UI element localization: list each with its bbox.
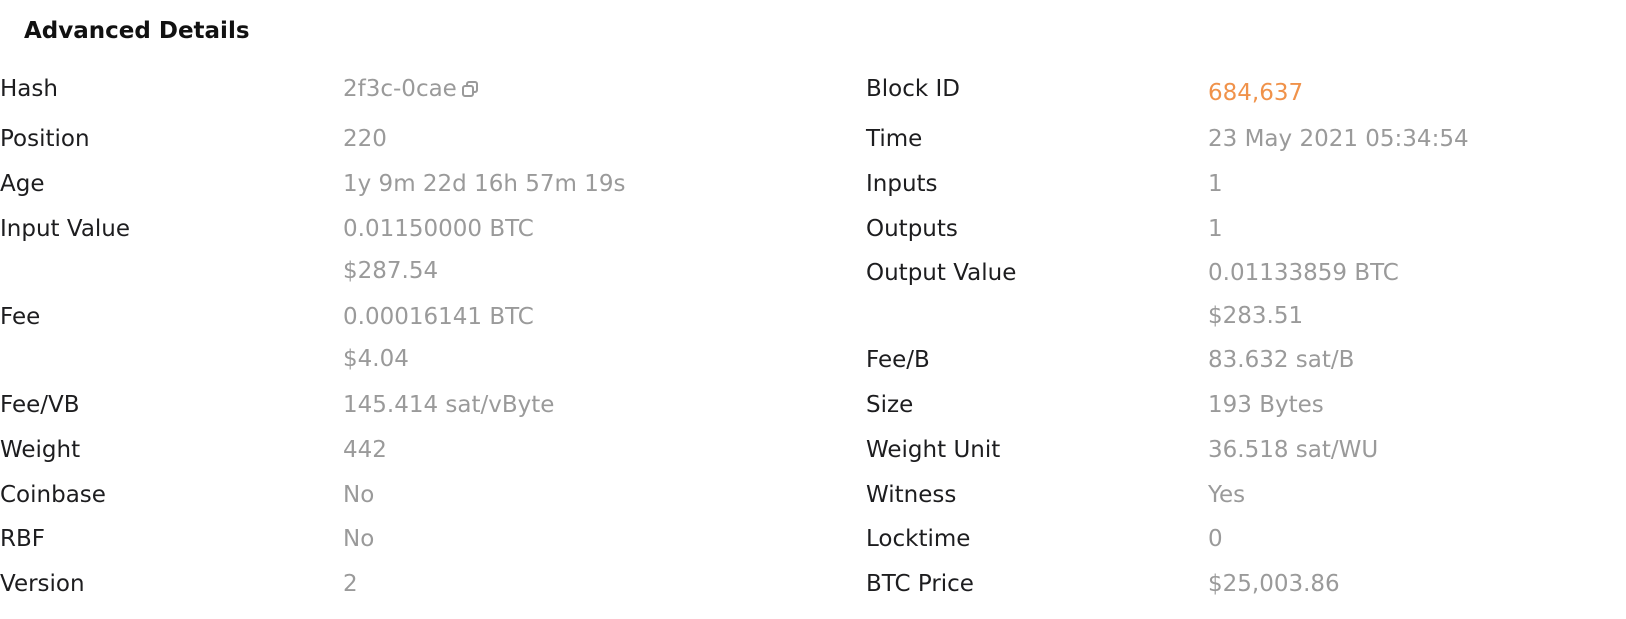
- version-label: Version: [0, 571, 85, 597]
- inputs-value: 1: [1208, 171, 1223, 197]
- age-label: Age: [0, 171, 45, 197]
- locktime-value: 0: [1208, 526, 1223, 552]
- coinbase-label: Coinbase: [0, 482, 106, 508]
- output-value-usd: $283.51: [1208, 303, 1304, 329]
- copy-icon[interactable]: [461, 80, 479, 98]
- section-title: Advanced Details: [24, 18, 250, 44]
- hash-value[interactable]: 2f3c-0cae: [343, 76, 457, 102]
- weight-unit-label: Weight Unit: [866, 437, 1001, 463]
- input-value-btc: 0.01150000 BTC: [343, 216, 534, 242]
- btc-price-label: BTC Price: [866, 571, 974, 597]
- input-value-usd: $287.54: [343, 258, 439, 284]
- age-value: 1y 9m 22d 16h 57m 19s: [343, 171, 626, 197]
- hash-value-row: 2f3c-0cae: [343, 74, 479, 104]
- position-value: 220: [343, 126, 387, 152]
- locktime-label: Locktime: [866, 526, 971, 552]
- inputs-label: Inputs: [866, 171, 938, 197]
- weight-unit-value: 36.518 sat/WU: [1208, 437, 1379, 463]
- fee-usd: $4.04: [343, 346, 409, 372]
- hash-label: Hash: [0, 76, 58, 102]
- fee-btc: 0.00016141 BTC: [343, 304, 534, 330]
- coinbase-value: No: [343, 482, 375, 508]
- fee-vb-label: Fee/VB: [0, 392, 80, 418]
- time-label: Time: [866, 126, 923, 152]
- fee-vb-value: 145.414 sat/vByte: [343, 392, 555, 418]
- version-value: 2: [343, 571, 358, 597]
- outputs-value: 1: [1208, 216, 1223, 242]
- witness-value: Yes: [1208, 482, 1246, 508]
- input-value-label: Input Value: [0, 216, 131, 242]
- outputs-label: Outputs: [866, 216, 958, 242]
- fee-b-label: Fee/B: [866, 347, 930, 373]
- position-label: Position: [0, 126, 90, 152]
- output-value-label: Output Value: [866, 260, 1017, 286]
- size-label: Size: [866, 392, 914, 418]
- btc-price-value: $25,003.86: [1208, 571, 1340, 597]
- block-id-link[interactable]: 684,637: [1208, 78, 1303, 108]
- witness-label: Witness: [866, 482, 957, 508]
- block-id-label: Block ID: [866, 76, 961, 102]
- fee-label: Fee: [0, 304, 41, 330]
- rbf-label: RBF: [0, 526, 45, 552]
- size-value: 193 Bytes: [1208, 392, 1324, 418]
- fee-b-value: 83.632 sat/B: [1208, 347, 1355, 373]
- output-value-btc: 0.01133859 BTC: [1208, 260, 1399, 286]
- weight-value: 442: [343, 437, 387, 463]
- time-value: 23 May 2021 05:34:54: [1208, 126, 1469, 152]
- weight-label: Weight: [0, 437, 81, 463]
- rbf-value: No: [343, 526, 375, 552]
